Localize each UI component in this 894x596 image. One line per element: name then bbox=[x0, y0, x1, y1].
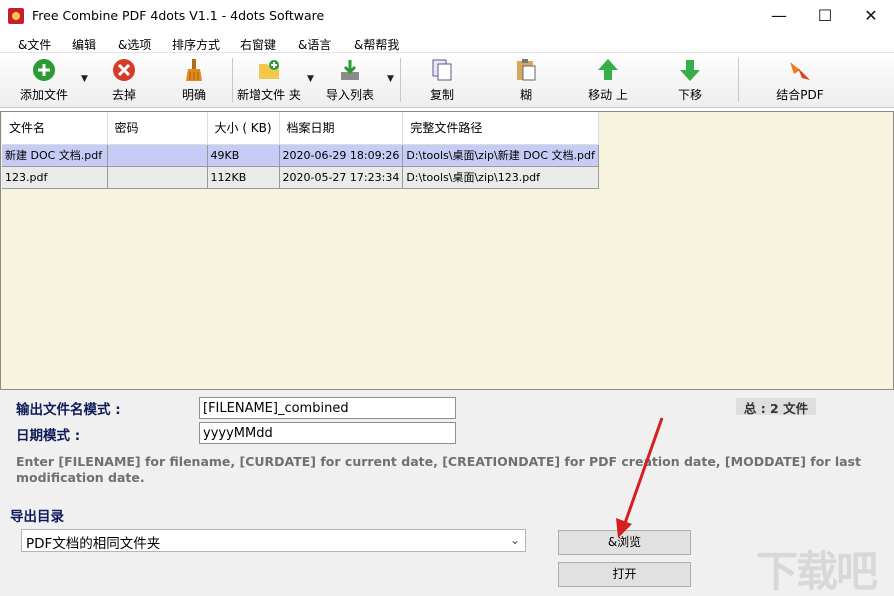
cell-filename: 123.pdf bbox=[2, 166, 108, 189]
arrow-down-icon bbox=[680, 60, 700, 81]
move-up-button[interactable]: 移动 上 bbox=[584, 56, 632, 104]
window-title: Free Combine PDF 4dots V1.1 - 4dots Soft… bbox=[32, 8, 325, 23]
cell-filename: 新建 DOC 文档.pdf bbox=[2, 144, 108, 167]
import-list-dropdown-icon[interactable]: ▼ bbox=[387, 74, 394, 84]
chevron-down-icon: ⌄ bbox=[509, 533, 520, 547]
cell-full-path: D:\tools\桌面\zip\123.pdf bbox=[402, 166, 599, 189]
watermark-logo: 下载吧 bbox=[756, 547, 878, 596]
minimize-button[interactable]: — bbox=[756, 0, 802, 31]
clear-button[interactable]: 明确 bbox=[172, 56, 216, 104]
date-pattern-input[interactable] bbox=[199, 422, 456, 444]
app-logo-icon bbox=[8, 8, 24, 24]
arrow-up-icon bbox=[598, 59, 618, 80]
cell-password bbox=[107, 166, 208, 189]
total-files-count: 总 : 2 文件 bbox=[736, 398, 816, 416]
cell-size: 49KB bbox=[207, 144, 280, 167]
import-list-button[interactable]: 导入列表 bbox=[320, 56, 380, 104]
filename-pattern-label: 输出文件名模式 : bbox=[16, 402, 121, 418]
open-button[interactable]: 打开 bbox=[558, 562, 691, 587]
close-button[interactable]: ✕ bbox=[848, 0, 894, 31]
column-header-password[interactable]: 密码 bbox=[107, 112, 208, 145]
add-file-dropdown-icon[interactable]: ▼ bbox=[81, 74, 88, 84]
filename-pattern-input[interactable] bbox=[199, 397, 456, 419]
folder-add-icon bbox=[259, 60, 279, 79]
add-file-button[interactable]: 添加文件 bbox=[14, 56, 74, 104]
menu-options[interactable]: &选项 bbox=[118, 36, 151, 53]
menu-edit[interactable]: 编辑 bbox=[72, 36, 96, 53]
import-icon bbox=[341, 60, 359, 80]
cell-password bbox=[107, 144, 208, 167]
cell-size: 112KB bbox=[207, 166, 280, 189]
menu-bar: &文件 编辑 &选项 排序方式 右窗键 &语言 &帮帮我 bbox=[0, 33, 894, 53]
remove-button[interactable]: 去掉 bbox=[102, 56, 146, 104]
add-folder-dropdown-icon[interactable]: ▼ bbox=[307, 74, 314, 84]
copy-icon bbox=[432, 59, 452, 81]
combine-pdf-button[interactable]: 结合PDF bbox=[770, 56, 830, 104]
pattern-hint-text: Enter [FILENAME] for filename, [CURDATE]… bbox=[16, 454, 861, 485]
title-bar: Free Combine PDF 4dots V1.1 - 4dots Soft… bbox=[0, 0, 894, 32]
toolbar-separator bbox=[232, 58, 233, 102]
menu-file[interactable]: &文件 bbox=[18, 36, 51, 53]
paste-icon bbox=[517, 59, 536, 81]
toolbar: 添加文件 ▼ 去掉 明确 新增文件 夹 ▼ 导入列表 ▼ 复制 糊 移动 上 下… bbox=[0, 54, 894, 108]
copy-button[interactable]: 复制 bbox=[420, 56, 464, 104]
column-header-full-path[interactable]: 完整文件路径 bbox=[402, 112, 599, 145]
toolbar-separator bbox=[738, 58, 739, 102]
file-list[interactable]: 文件名 密码 大小 ( KB) 档案日期 完整文件路径 新建 DOC 文档.pd… bbox=[0, 111, 894, 390]
file-table: 文件名 密码 大小 ( KB) 档案日期 完整文件路径 新建 DOC 文档.pd… bbox=[2, 112, 599, 189]
column-header-size[interactable]: 大小 ( KB) bbox=[207, 112, 280, 145]
table-row[interactable]: 新建 DOC 文档.pdf 49KB 2020-06-29 18:09:26 D… bbox=[2, 144, 599, 167]
menu-help[interactable]: &帮帮我 bbox=[354, 36, 399, 53]
output-dir-select[interactable]: PDF文档的相同文件夹 ⌄ bbox=[21, 529, 526, 552]
output-dir-selected-value: PDF文档的相同文件夹 bbox=[26, 536, 161, 552]
annotation-arrow-icon bbox=[616, 417, 664, 538]
cell-date: 2020-06-29 18:09:26 bbox=[279, 144, 404, 167]
output-dir-label: 导出目录 bbox=[10, 509, 64, 525]
remove-icon bbox=[113, 59, 135, 81]
maximize-button[interactable]: ☐ bbox=[802, 0, 848, 31]
cell-full-path: D:\tools\桌面\zip\新建 DOC 文档.pdf bbox=[402, 144, 599, 167]
table-row[interactable]: 123.pdf 112KB 2020-05-27 17:23:34 D:\too… bbox=[2, 166, 599, 189]
add-folder-button[interactable]: 新增文件 夹 bbox=[236, 56, 302, 104]
column-header-filename[interactable]: 文件名 bbox=[2, 112, 108, 145]
menu-language[interactable]: &语言 bbox=[298, 36, 331, 53]
broom-icon bbox=[186, 59, 202, 81]
cell-date: 2020-05-27 17:23:34 bbox=[279, 166, 404, 189]
options-panel: 输出文件名模式 : 总 : 2 文件 日期模式 : Enter [FILENAM… bbox=[0, 390, 894, 596]
toolbar-separator bbox=[400, 58, 401, 102]
paste-button[interactable]: 糊 bbox=[504, 56, 548, 104]
add-icon bbox=[33, 59, 55, 81]
menu-sort[interactable]: 排序方式 bbox=[172, 36, 220, 53]
date-pattern-label: 日期模式 : bbox=[16, 428, 81, 444]
combine-icon bbox=[790, 62, 810, 80]
move-down-button[interactable]: 下移 bbox=[668, 56, 712, 104]
menu-right-click[interactable]: 右窗键 bbox=[240, 36, 276, 53]
column-header-date[interactable]: 档案日期 bbox=[279, 112, 404, 145]
